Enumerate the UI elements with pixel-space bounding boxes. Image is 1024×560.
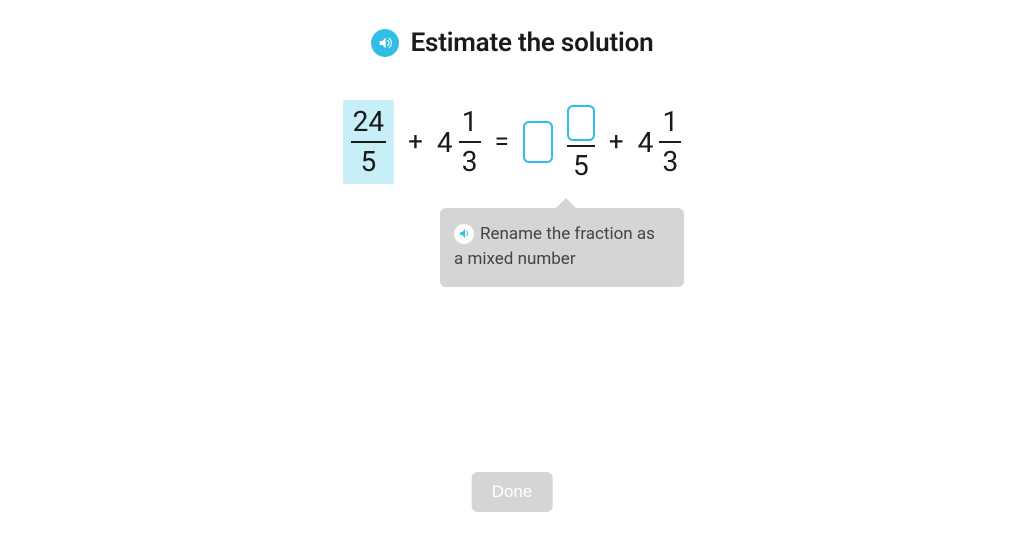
hint-tooltip: Rename the fraction as a mixed number xyxy=(440,208,684,287)
denominator: 5 xyxy=(573,151,589,180)
fraction-bar xyxy=(659,141,681,143)
fraction-bar xyxy=(351,141,386,143)
equals-operator: = xyxy=(495,127,509,157)
denominator: 5 xyxy=(358,146,378,178)
plus-operator: + xyxy=(408,127,423,157)
audio-icon[interactable] xyxy=(454,224,474,244)
whole-part: 4 xyxy=(437,126,453,159)
fraction-part: 1 3 xyxy=(659,106,681,178)
fraction-part: 1 3 xyxy=(459,106,481,178)
answer-whole-input[interactable] xyxy=(523,121,553,163)
mixed-number-1: 4 1 3 xyxy=(437,106,481,178)
denominator: 3 xyxy=(661,146,681,178)
header: Estimate the solution xyxy=(0,0,1024,58)
audio-icon[interactable] xyxy=(371,29,399,57)
answer-numerator-input[interactable] xyxy=(567,105,595,141)
whole-part: 4 xyxy=(638,126,654,159)
denominator: 3 xyxy=(460,146,480,178)
numerator: 24 xyxy=(351,106,386,138)
tooltip-text: Rename the fraction as a mixed number xyxy=(454,224,655,269)
plus-operator: + xyxy=(609,127,624,157)
mixed-number-2: 4 1 3 xyxy=(638,106,682,178)
fraction-24-5: 24 5 xyxy=(343,100,394,184)
equation: 24 5 + 4 1 3 = 5 + 4 1 3 xyxy=(0,100,1024,184)
tooltip-body: Rename the fraction as a mixed number xyxy=(440,208,684,287)
fraction-bar xyxy=(567,145,595,147)
answer-fraction: 5 xyxy=(567,105,595,180)
numerator: 1 xyxy=(661,106,681,138)
numerator: 1 xyxy=(460,106,480,138)
fraction-bar xyxy=(459,141,481,143)
done-button[interactable]: Done xyxy=(472,472,553,512)
page-title: Estimate the solution xyxy=(411,28,654,58)
